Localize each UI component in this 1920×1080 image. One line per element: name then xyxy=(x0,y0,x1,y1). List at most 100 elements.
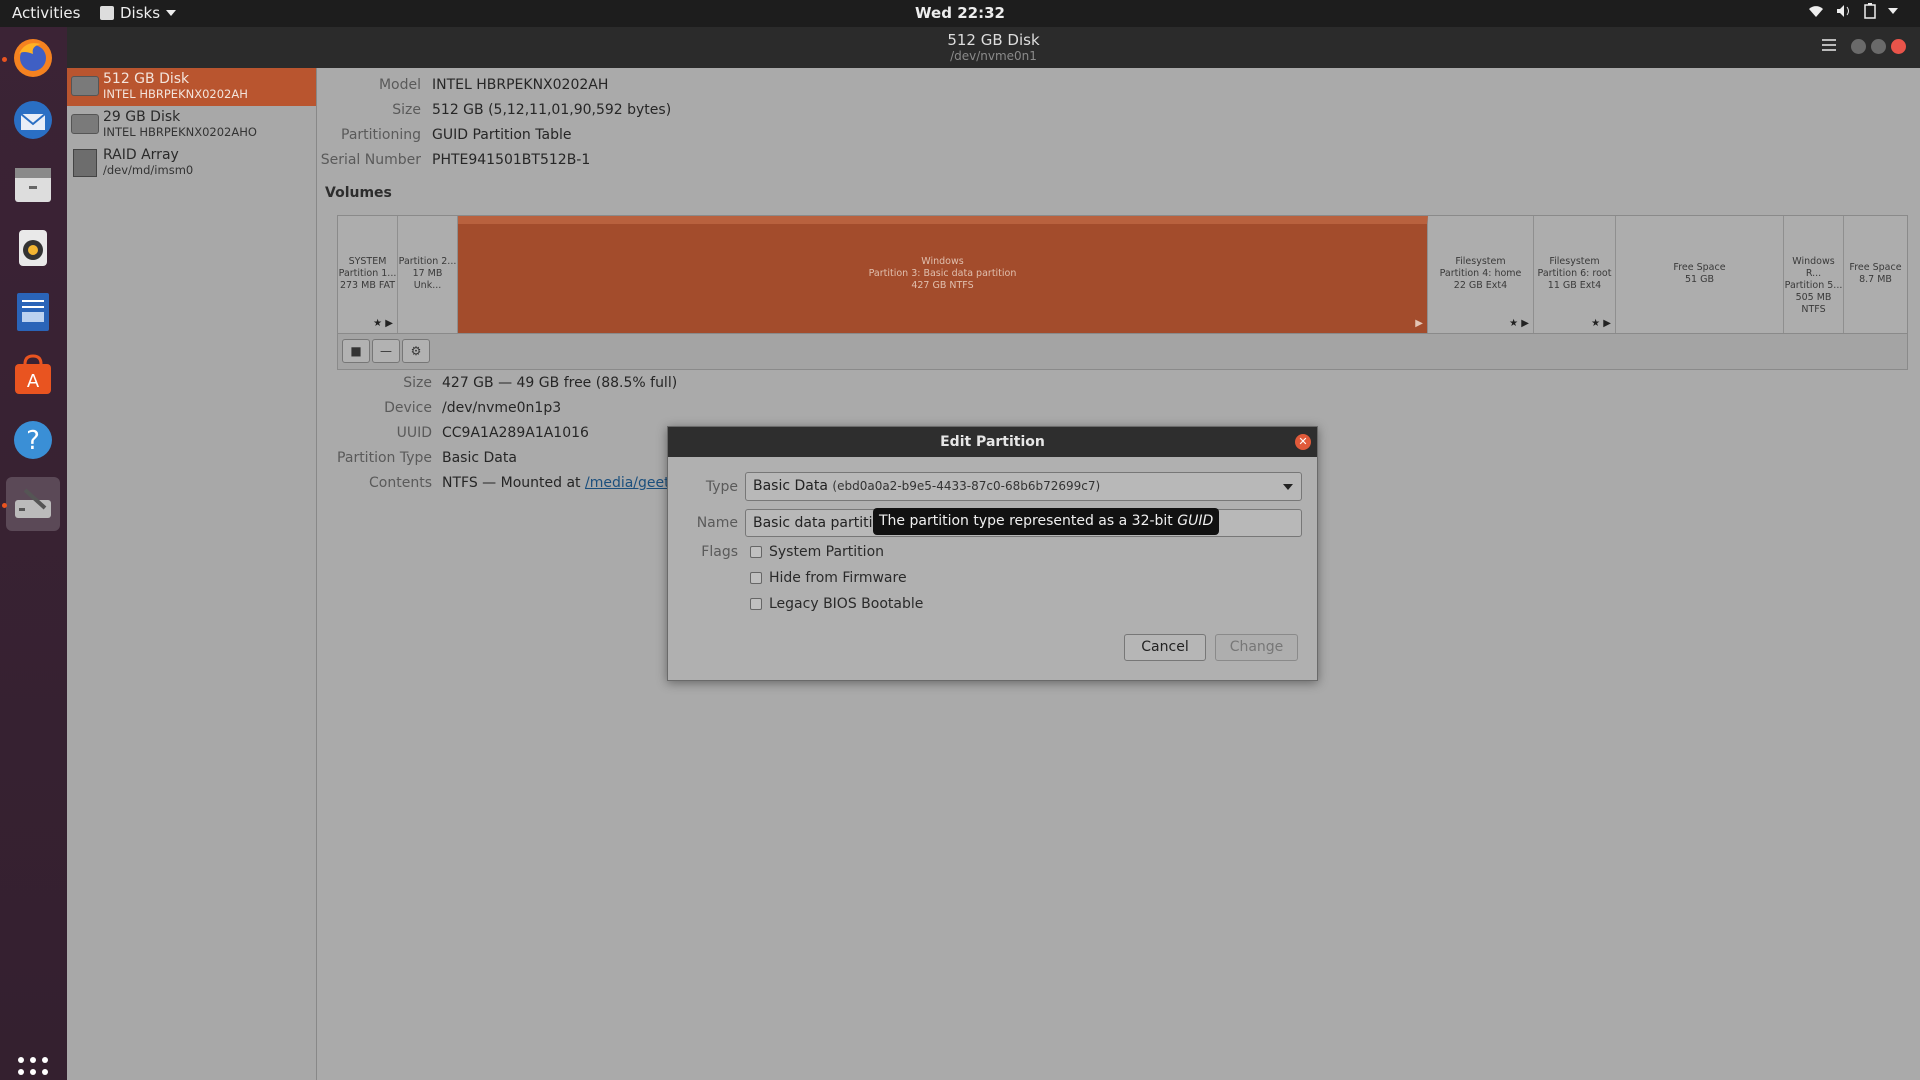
wifi-icon xyxy=(1809,6,1823,17)
software-launcher[interactable]: A xyxy=(6,349,60,403)
checkbox-label: System Partition xyxy=(769,544,885,560)
disk-model: INTEL HBRPEKNX0202AHO xyxy=(103,125,257,139)
disk-name: 29 GB Disk xyxy=(103,109,181,125)
segment-sub: 17 MB Unk... xyxy=(412,268,443,291)
segment-sub: Partition 3: Basic data partition xyxy=(868,268,1017,279)
checkbox-box[interactable] xyxy=(750,546,762,558)
segment-sub: Partition 6: root xyxy=(1537,268,1612,279)
edit-partition-dialog: Edit Partition ✕ Type Basic Data (ebd0a0… xyxy=(667,426,1318,681)
partition-size-label: Size xyxy=(403,375,432,391)
partition-type-row: Partition Type Basic Data xyxy=(318,450,517,466)
segment-sub: Partition 5... xyxy=(1784,280,1843,291)
contents-label: Contents xyxy=(369,475,432,491)
legacy-bios-bootable-checkbox[interactable]: Legacy BIOS Bootable xyxy=(750,596,923,612)
contents-value: NTFS — Mounted at xyxy=(442,475,581,491)
checkbox-box[interactable] xyxy=(750,598,762,610)
svg-text:?: ? xyxy=(26,426,40,456)
partitioning-row: Partitioning GUID Partition Table xyxy=(318,127,571,143)
segment-label: Partition 2... xyxy=(398,256,457,267)
thunderbird-icon xyxy=(14,101,52,139)
drive-icon xyxy=(71,76,99,96)
system-menu-chevron-icon xyxy=(1888,8,1898,14)
uuid-label: UUID xyxy=(396,425,432,441)
partition-type-combo[interactable]: Basic Data (ebd0a0a2-b9e5-4433-87c0-68b6… xyxy=(745,472,1302,501)
segment-size: 22 GB Ext4 xyxy=(1453,280,1508,291)
gear-icon[interactable]: ⚙ xyxy=(402,339,430,363)
segment-sub: Partition 1... xyxy=(338,268,397,279)
checkbox-box[interactable] xyxy=(750,572,762,584)
help-icon: ? xyxy=(14,421,52,459)
segment-label: Free Space xyxy=(1849,262,1902,273)
segment-size: 8.7 MB xyxy=(1859,274,1892,285)
menu-icon[interactable] xyxy=(1822,39,1836,54)
mount-point-link[interactable]: /media/geeti xyxy=(585,475,674,491)
segment-size: 427 GB NTFS xyxy=(911,280,974,291)
free-space-segment-small[interactable]: Free Space 8.7 MB xyxy=(1844,216,1907,333)
drive-icon xyxy=(71,114,99,134)
partition-segment-2[interactable]: Partition 2... 17 MB Unk... xyxy=(398,216,458,333)
serial-label: Serial Number xyxy=(320,152,421,168)
clock[interactable]: Wed 22:32 xyxy=(0,4,1920,22)
system-partition-checkbox[interactable]: System Partition xyxy=(750,544,884,560)
segment-label: Filesystem xyxy=(1549,256,1600,267)
partitioning-value: GUID Partition Table xyxy=(432,127,572,143)
partition-segment-root[interactable]: Filesystem Partition 6: root 11 GB Ext4 ★ … xyxy=(1534,216,1616,333)
uuid-row: UUID CC9A1A289A1A1016 xyxy=(318,425,589,441)
delete-partition-button[interactable]: — xyxy=(372,339,400,363)
disk-item-512gb[interactable]: 512 GB Disk INTEL HBRPEKNX0202AH xyxy=(67,68,316,106)
partition-segment-home[interactable]: Filesystem Partition 4: home 22 GB Ext4 ★ … xyxy=(1428,216,1534,333)
unmount-button[interactable]: ■ xyxy=(342,339,370,363)
help-launcher[interactable]: ? xyxy=(6,413,60,467)
free-space-segment-51gb[interactable]: Free Space 51 GB xyxy=(1616,216,1784,333)
raid-icon xyxy=(73,149,97,177)
partition-size-row: Size 427 GB — 49 GB free (88.5% full) xyxy=(318,375,677,391)
window-title: 512 GB Disk xyxy=(947,31,1040,49)
mount-star-icon: ★ ▶ xyxy=(373,318,393,329)
firefox-launcher[interactable] xyxy=(6,31,60,85)
thunderbird-launcher[interactable] xyxy=(6,93,60,147)
size-row: Size 512 GB (5,12,11,01,90,592 bytes) xyxy=(318,102,671,118)
system-tray[interactable] xyxy=(1808,3,1898,19)
segment-label: Windows R... xyxy=(1792,256,1835,279)
battery-icon xyxy=(1864,3,1876,19)
rhythmbox-launcher[interactable] xyxy=(6,221,60,275)
segment-size: 11 GB Ext4 xyxy=(1547,280,1602,291)
name-label: Name xyxy=(696,515,738,531)
partition-segment-windows[interactable]: Windows Partition 3: Basic data partition… xyxy=(458,216,1428,333)
files-launcher[interactable] xyxy=(6,157,60,211)
disk-item-29gb[interactable]: 29 GB Disk INTEL HBRPEKNX0202AHO xyxy=(67,106,316,144)
writer-launcher[interactable] xyxy=(6,285,60,339)
rhythmbox-icon xyxy=(19,230,47,266)
partition-type-value: Basic Data xyxy=(442,450,517,466)
writer-icon xyxy=(17,293,49,331)
close-window-button[interactable] xyxy=(1891,39,1906,54)
segment-size: 505 MB NTFS xyxy=(1795,292,1832,315)
checkbox-label: Legacy BIOS Bootable xyxy=(769,596,924,612)
minimize-button[interactable] xyxy=(1851,39,1866,54)
maximize-button[interactable] xyxy=(1871,39,1886,54)
type-value: Basic Data xyxy=(753,478,828,494)
volume-toolbar: ■ — ⚙ xyxy=(337,334,1908,370)
partition-size-value: 427 GB — 49 GB free (88.5% full) xyxy=(442,375,678,391)
disk-item-raid[interactable]: RAID Array /dev/md/imsm0 xyxy=(67,144,316,182)
cancel-button[interactable]: Cancel xyxy=(1124,634,1206,661)
segment-label: Free Space xyxy=(1673,262,1726,273)
type-label: Type xyxy=(705,479,738,495)
dialog-title: Edit Partition xyxy=(940,434,1045,450)
disk-model: INTEL HBRPEKNX0202AH xyxy=(103,87,248,101)
hide-from-firmware-checkbox[interactable]: Hide from Firmware xyxy=(750,570,907,586)
model-label: Model xyxy=(378,77,421,93)
volume-map: SYSTEM Partition 1... 273 MB FAT ★ ▶ Parti… xyxy=(337,215,1908,334)
disks-launcher[interactable] xyxy=(6,477,60,531)
partition-segment-windows-recovery[interactable]: Windows R... Partition 5... 505 MB NTFS xyxy=(1784,216,1844,333)
dock: A ? xyxy=(0,27,67,1080)
flags-label: Flags xyxy=(701,544,738,560)
mount-star-icon: ★ ▶ xyxy=(1509,318,1529,329)
segment-size: 51 GB xyxy=(1685,274,1714,285)
partition-segment-system[interactable]: SYSTEM Partition 1... 273 MB FAT ★ ▶ xyxy=(338,216,398,333)
change-button[interactable]: Change xyxy=(1215,634,1298,661)
show-applications-icon[interactable] xyxy=(18,1057,48,1080)
close-icon[interactable]: ✕ xyxy=(1295,434,1311,450)
svg-text:A: A xyxy=(27,371,40,392)
software-center-icon: A xyxy=(15,354,51,394)
